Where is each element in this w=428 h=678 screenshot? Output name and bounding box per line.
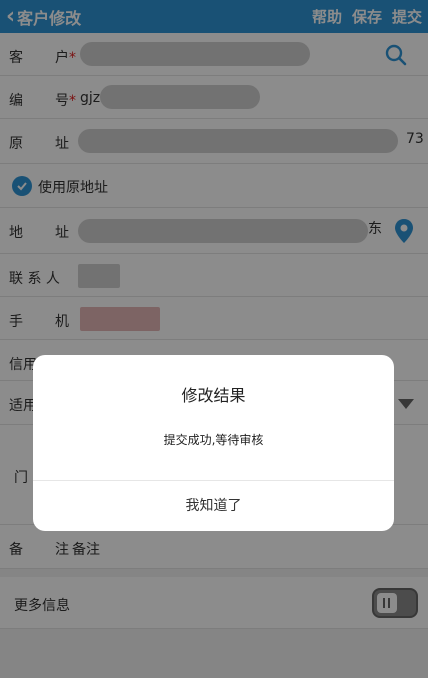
acknowledge-button[interactable]: 我知道了 [33,481,394,531]
result-dialog: 修改结果 提交成功,等待审核 我知道了 [33,355,394,531]
dialog-title: 修改结果 [181,386,246,405]
dialog-message: 提交成功,等待审核 [163,433,264,447]
modal-overlay[interactable] [0,0,428,678]
